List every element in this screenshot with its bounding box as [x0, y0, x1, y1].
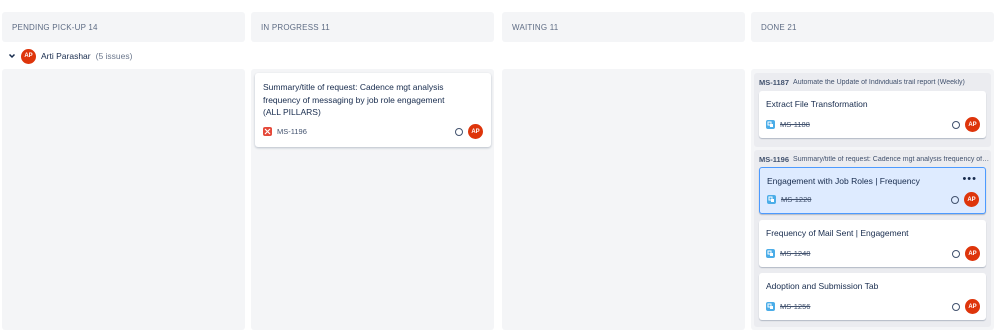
subtask-key-text: MS-1248 — [780, 249, 811, 258]
parent-issue-summary: Automate the Update of Individuals trail… — [793, 78, 965, 86]
column-title: IN PROGRESS 11 — [261, 22, 330, 32]
status-circle-icon — [455, 127, 463, 136]
parent-issue-key: MS-1187 — [759, 77, 790, 87]
story-icon — [263, 127, 272, 136]
issue-key[interactable]: MS-1196 — [263, 127, 307, 136]
subtask-summary: Adoption and Submission Tab — [766, 281, 879, 291]
subtask-summary: Frequency of Mail Sent | Engagement — [766, 228, 909, 238]
assignee-avatar[interactable]: AP — [965, 117, 980, 132]
parent-issue-header[interactable]: MS-1196 Summary/title of request: Cadenc… — [754, 150, 991, 168]
subtask-card[interactable]: Frequency of Mail Sent | Engagement MS-1… — [759, 220, 986, 267]
status-circle-icon — [952, 120, 960, 129]
status-circle-icon — [952, 249, 960, 258]
avatar: AP — [21, 48, 36, 64]
parent-issue-header[interactable]: MS-1187 Automate the Update of Individua… — [754, 73, 991, 91]
subtask-icon — [766, 302, 775, 311]
more-actions-button[interactable]: ••• — [962, 174, 977, 185]
column-body-pending — [2, 69, 245, 330]
issue-card[interactable]: Summary/title of request: Cadence mgt an… — [255, 73, 491, 147]
issue-count: (5 issues) — [95, 51, 133, 61]
parent-issue-key: MS-1196 — [759, 154, 790, 164]
subtask-summary: Engagement with Job Roles | Frequency — [767, 176, 920, 186]
assignee-avatar[interactable]: AP — [965, 246, 980, 261]
subtask-key-text: MS-1256 — [780, 302, 811, 311]
subtask-key[interactable]: MS-1256 — [766, 302, 810, 311]
assignee-avatar[interactable]: AP — [965, 299, 980, 314]
subtask-summary: Extract File Transformation — [766, 99, 868, 109]
parent-issue-group: MS-1196 Summary/title of request: Cadenc… — [754, 150, 991, 327]
column-title: WAITING 11 — [512, 22, 559, 32]
column-body-waiting — [502, 69, 745, 330]
status-circle-icon — [951, 195, 959, 204]
subtask-icon — [766, 120, 775, 129]
parent-issue-summary: Summary/title of request: Cadence mgt an… — [793, 155, 991, 163]
subtask-card[interactable]: Engagement with Job Roles | Frequency ••… — [759, 167, 986, 214]
issue-key-text: MS-1196 — [277, 127, 307, 136]
subtask-icon — [766, 249, 775, 258]
column-title: PENDING PICK-UP 14 — [12, 22, 98, 32]
chevron-down-icon[interactable] — [8, 52, 16, 60]
subtask-key[interactable]: MS-1248 — [766, 249, 810, 258]
column-header-in-progress[interactable]: IN PROGRESS 11 — [251, 12, 494, 42]
status-circle-icon — [952, 302, 960, 311]
column-title: DONE 21 — [761, 22, 797, 32]
subtask-key[interactable]: MS-1220 — [767, 195, 811, 204]
column-header-waiting[interactable]: WAITING 11 — [502, 12, 745, 42]
subtask-icon — [767, 195, 776, 204]
column-header-pending[interactable]: PENDING PICK-UP 14 — [2, 12, 245, 42]
column-header-done[interactable]: DONE 21 — [751, 12, 994, 42]
card-summary: Summary/title of request: Cadence mgt an… — [263, 82, 445, 117]
subtask-key[interactable]: MS-1188 — [766, 120, 810, 129]
subtask-key-text: MS-1220 — [781, 195, 812, 204]
subtask-card[interactable]: Extract File Transformation MS-1188 AP — [759, 91, 986, 138]
assignee-avatar[interactable]: AP — [964, 192, 979, 207]
parent-issue-group: MS-1187 Automate the Update of Individua… — [754, 73, 991, 147]
assignee-avatar[interactable]: AP — [468, 124, 483, 139]
swimlane-name: Arti Parashar — [41, 51, 91, 61]
swimlane-header[interactable]: AP Arti Parashar (5 issues) — [8, 48, 132, 64]
subtask-card[interactable]: Adoption and Submission Tab MS-1256 AP — [759, 273, 986, 320]
subtask-key-text: MS-1188 — [780, 120, 810, 129]
